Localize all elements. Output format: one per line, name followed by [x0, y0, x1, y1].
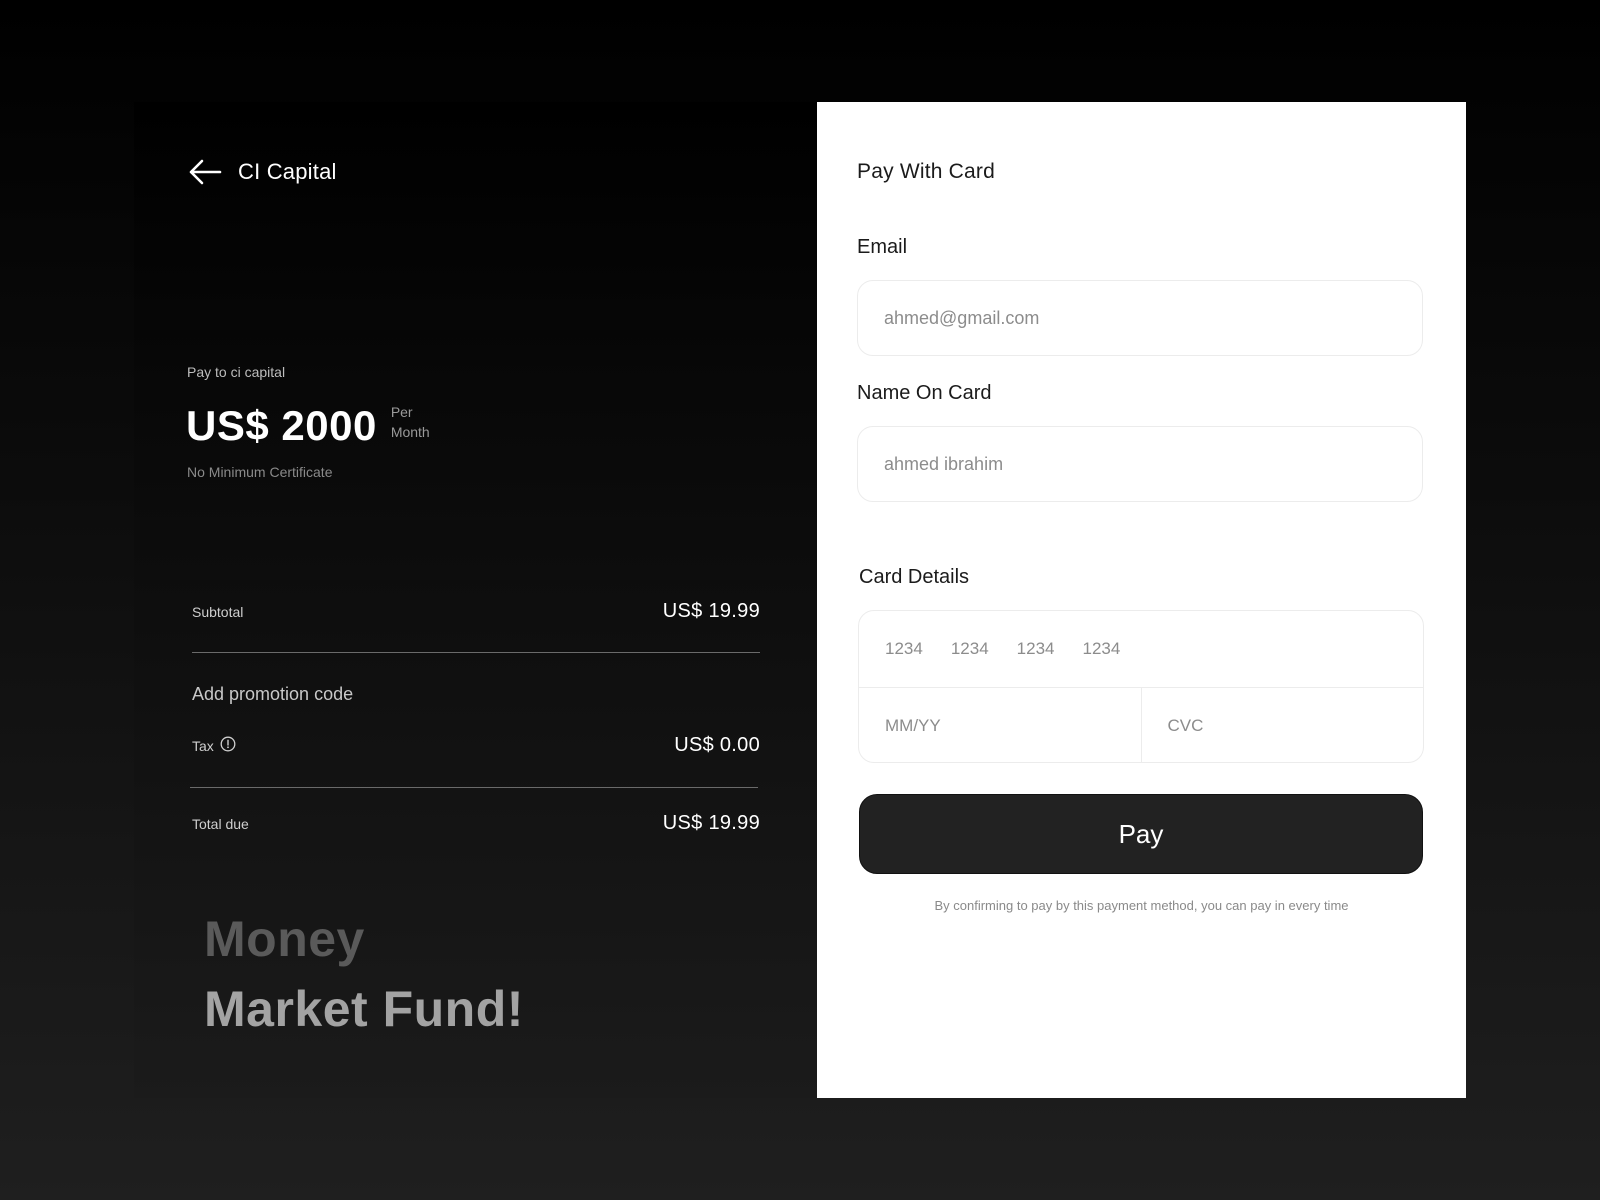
email-field[interactable]: ahmed@gmail.com	[857, 280, 1423, 356]
payment-form-panel: Pay With Card Email ahmed@gmail.com Name…	[817, 102, 1466, 1098]
divider	[192, 652, 760, 653]
period-line-1: Per	[390, 404, 413, 420]
tax-value: US$ 0.00	[674, 734, 760, 756]
card-expiry-cvc-row: MM/YY CVC	[859, 688, 1424, 762]
expiry-field[interactable]: MM/YY	[859, 688, 1142, 762]
cvc-field[interactable]: CVC	[1142, 688, 1424, 762]
subtotal-row: Subtotal US$ 19.99	[192, 600, 760, 623]
card-number-group: 1234	[885, 639, 923, 658]
checkout-card: CI Capital Pay to ci capital US$ 2000 Pe…	[134, 102, 1466, 1098]
card-number-group: 1234	[1082, 639, 1121, 658]
price-period: Per Month	[391, 402, 441, 442]
total-label: Total due	[192, 815, 249, 832]
subtotal-label: Subtotal	[192, 603, 244, 620]
tax-label-group: Tax	[192, 736, 236, 755]
card-number-group: 1234	[950, 639, 989, 658]
pay-to-label: Pay to ci capital	[187, 364, 286, 380]
price-amount: US$ 2000	[186, 402, 377, 449]
form-title: Pay With Card	[857, 160, 995, 183]
total-value: US$ 19.99	[662, 812, 760, 834]
info-icon[interactable]	[220, 736, 236, 755]
card-details-group: 1234 1234 1234 1234 MM/YY CVC	[858, 610, 1424, 763]
divider	[190, 787, 758, 788]
email-label: Email	[857, 236, 908, 258]
period-line-2: Month	[390, 424, 430, 440]
payment-disclaimer: By confirming to pay by this payment met…	[934, 898, 1349, 913]
back-link[interactable]: CI Capital	[188, 158, 337, 186]
add-promotion-code-link[interactable]: Add promotion code	[192, 684, 353, 705]
name-on-card-field[interactable]: ahmed ibrahim	[857, 426, 1423, 502]
slogan-line-2: Market Fund!	[204, 981, 524, 1037]
price-block: US$ 2000 Per Month	[186, 398, 441, 454]
card-details-label: Card Details	[859, 566, 970, 588]
subtotal-value: US$ 19.99	[662, 600, 760, 622]
order-summary-panel: CI Capital Pay to ci capital US$ 2000 Pe…	[134, 102, 817, 1098]
min-certificate-note: No Minimum Certificate	[187, 464, 333, 480]
name-on-card-label: Name On Card	[857, 382, 992, 404]
card-number-group: 1234	[1016, 639, 1055, 658]
tax-label: Tax	[192, 737, 214, 754]
total-row: Total due US$ 19.99	[192, 812, 760, 835]
tax-row: Tax US$ 0.00	[192, 734, 760, 757]
card-number-field[interactable]: 1234 1234 1234 1234	[859, 611, 1423, 688]
arrow-left-icon[interactable]	[188, 158, 222, 186]
brand-name: CI Capital	[238, 159, 337, 184]
slogan-line-1: Money	[204, 911, 365, 967]
pay-button[interactable]: Pay	[859, 794, 1423, 874]
